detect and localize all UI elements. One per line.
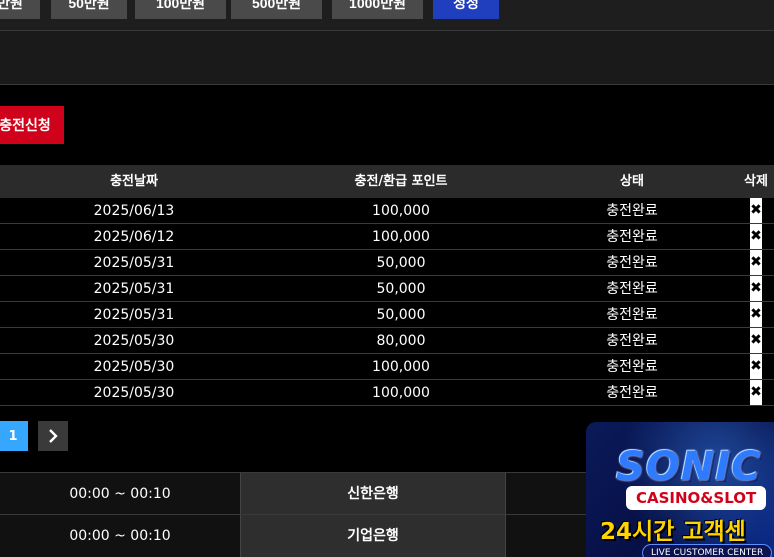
row-date: 2025/05/30 <box>93 359 175 375</box>
delete-icon[interactable]: ✖ <box>750 198 762 223</box>
delete-icon[interactable]: ✖ <box>750 250 762 275</box>
table-row: 2025/05/30 100,000 충전완료 ✖ <box>0 380 774 406</box>
delete-icon[interactable]: ✖ <box>750 224 762 249</box>
table-row: 2025/05/30 80,000 충전완료 ✖ <box>0 328 774 354</box>
banner-brand: SONIC <box>616 444 762 490</box>
amount-button-row: 만원 50만원 100만원 500만원 1000만원 정정 <box>0 0 774 30</box>
banner-headline: 24시간 고객센 <box>600 519 746 545</box>
row-date: 2025/06/13 <box>93 203 175 219</box>
row-status: 충전완료 <box>606 307 658 323</box>
delete-icon[interactable]: ✖ <box>750 328 762 353</box>
table-row: 2025/05/31 50,000 충전완료 ✖ <box>0 302 774 328</box>
table-row: 2025/06/13 100,000 충전완료 ✖ <box>0 198 774 224</box>
row-date: 2025/06/12 <box>93 229 175 245</box>
amount-button-10k[interactable]: 만원 <box>0 0 40 19</box>
row-points: 100,000 <box>372 385 430 401</box>
row-status: 충전완료 <box>606 203 658 219</box>
row-status: 충전완료 <box>606 229 658 245</box>
bank-time: 00:00 ~ 00:10 <box>0 473 240 515</box>
row-points: 100,000 <box>372 203 430 219</box>
bank-name: 기업은행 <box>240 515 506 557</box>
row-points: 100,000 <box>372 359 430 375</box>
row-points: 50,000 <box>376 307 426 323</box>
row-date: 2025/05/31 <box>93 255 175 271</box>
reset-button[interactable]: 정정 <box>433 0 499 19</box>
row-date: 2025/05/31 <box>93 307 175 323</box>
banner-subline: LIVE CUSTOMER CENTER <box>642 544 773 557</box>
row-points: 50,000 <box>376 255 426 271</box>
table-header: 충전날짜 충전/환급 포인트 상태 삭제 <box>0 165 774 198</box>
row-points: 80,000 <box>376 333 426 349</box>
row-status: 충전완료 <box>606 281 658 297</box>
amount-input-area[interactable] <box>0 30 774 85</box>
row-status: 충전완료 <box>606 255 658 271</box>
table-row: 2025/06/12 100,000 충전완료 ✖ <box>0 224 774 250</box>
bank-time: 00:00 ~ 00:10 <box>0 515 240 557</box>
table-row: 2025/05/30 100,000 충전완료 ✖ <box>0 354 774 380</box>
table-row: 2025/05/31 50,000 충전완료 ✖ <box>0 250 774 276</box>
header-delete: 삭제 <box>744 174 768 189</box>
amount-button-10m[interactable]: 1000만원 <box>332 0 423 19</box>
amount-button-500k[interactable]: 50만원 <box>51 0 127 19</box>
delete-icon[interactable]: ✖ <box>750 354 762 379</box>
row-points: 50,000 <box>376 281 426 297</box>
charge-history-table: 충전날짜 충전/환급 포인트 상태 삭제 2025/06/13 100,000 … <box>0 165 774 406</box>
pagination-next-button[interactable] <box>38 421 68 451</box>
header-status: 상태 <box>620 174 644 189</box>
row-date: 2025/05/30 <box>93 385 175 401</box>
pagination-page-1[interactable]: 1 <box>0 421 28 451</box>
charge-page: 만원 50만원 100만원 500만원 1000만원 정정 충전신청 충전날짜 … <box>0 0 774 557</box>
delete-icon[interactable]: ✖ <box>750 302 762 327</box>
row-date: 2025/05/31 <box>93 281 175 297</box>
amount-button-1m[interactable]: 100만원 <box>135 0 226 19</box>
row-points: 100,000 <box>372 229 430 245</box>
customer-center-banner[interactable]: SONIC CASINO&SLOT 24시간 고객센 LIVE CUSTOMER… <box>586 422 774 557</box>
header-points: 충전/환급 포인트 <box>354 174 448 189</box>
charge-request-button[interactable]: 충전신청 <box>0 106 64 144</box>
table-row: 2025/05/31 50,000 충전완료 ✖ <box>0 276 774 302</box>
row-status: 충전완료 <box>606 333 658 349</box>
banner-tagline: CASINO&SLOT <box>626 486 767 510</box>
row-status: 충전완료 <box>606 359 658 375</box>
row-date: 2025/05/30 <box>93 333 175 349</box>
bank-name: 신한은행 <box>240 473 506 515</box>
delete-icon[interactable]: ✖ <box>750 276 762 301</box>
header-date: 충전날짜 <box>110 174 158 189</box>
row-status: 충전완료 <box>606 385 658 401</box>
delete-icon[interactable]: ✖ <box>750 380 762 405</box>
amount-button-5m[interactable]: 500만원 <box>231 0 322 19</box>
chevron-right-icon <box>49 429 58 443</box>
